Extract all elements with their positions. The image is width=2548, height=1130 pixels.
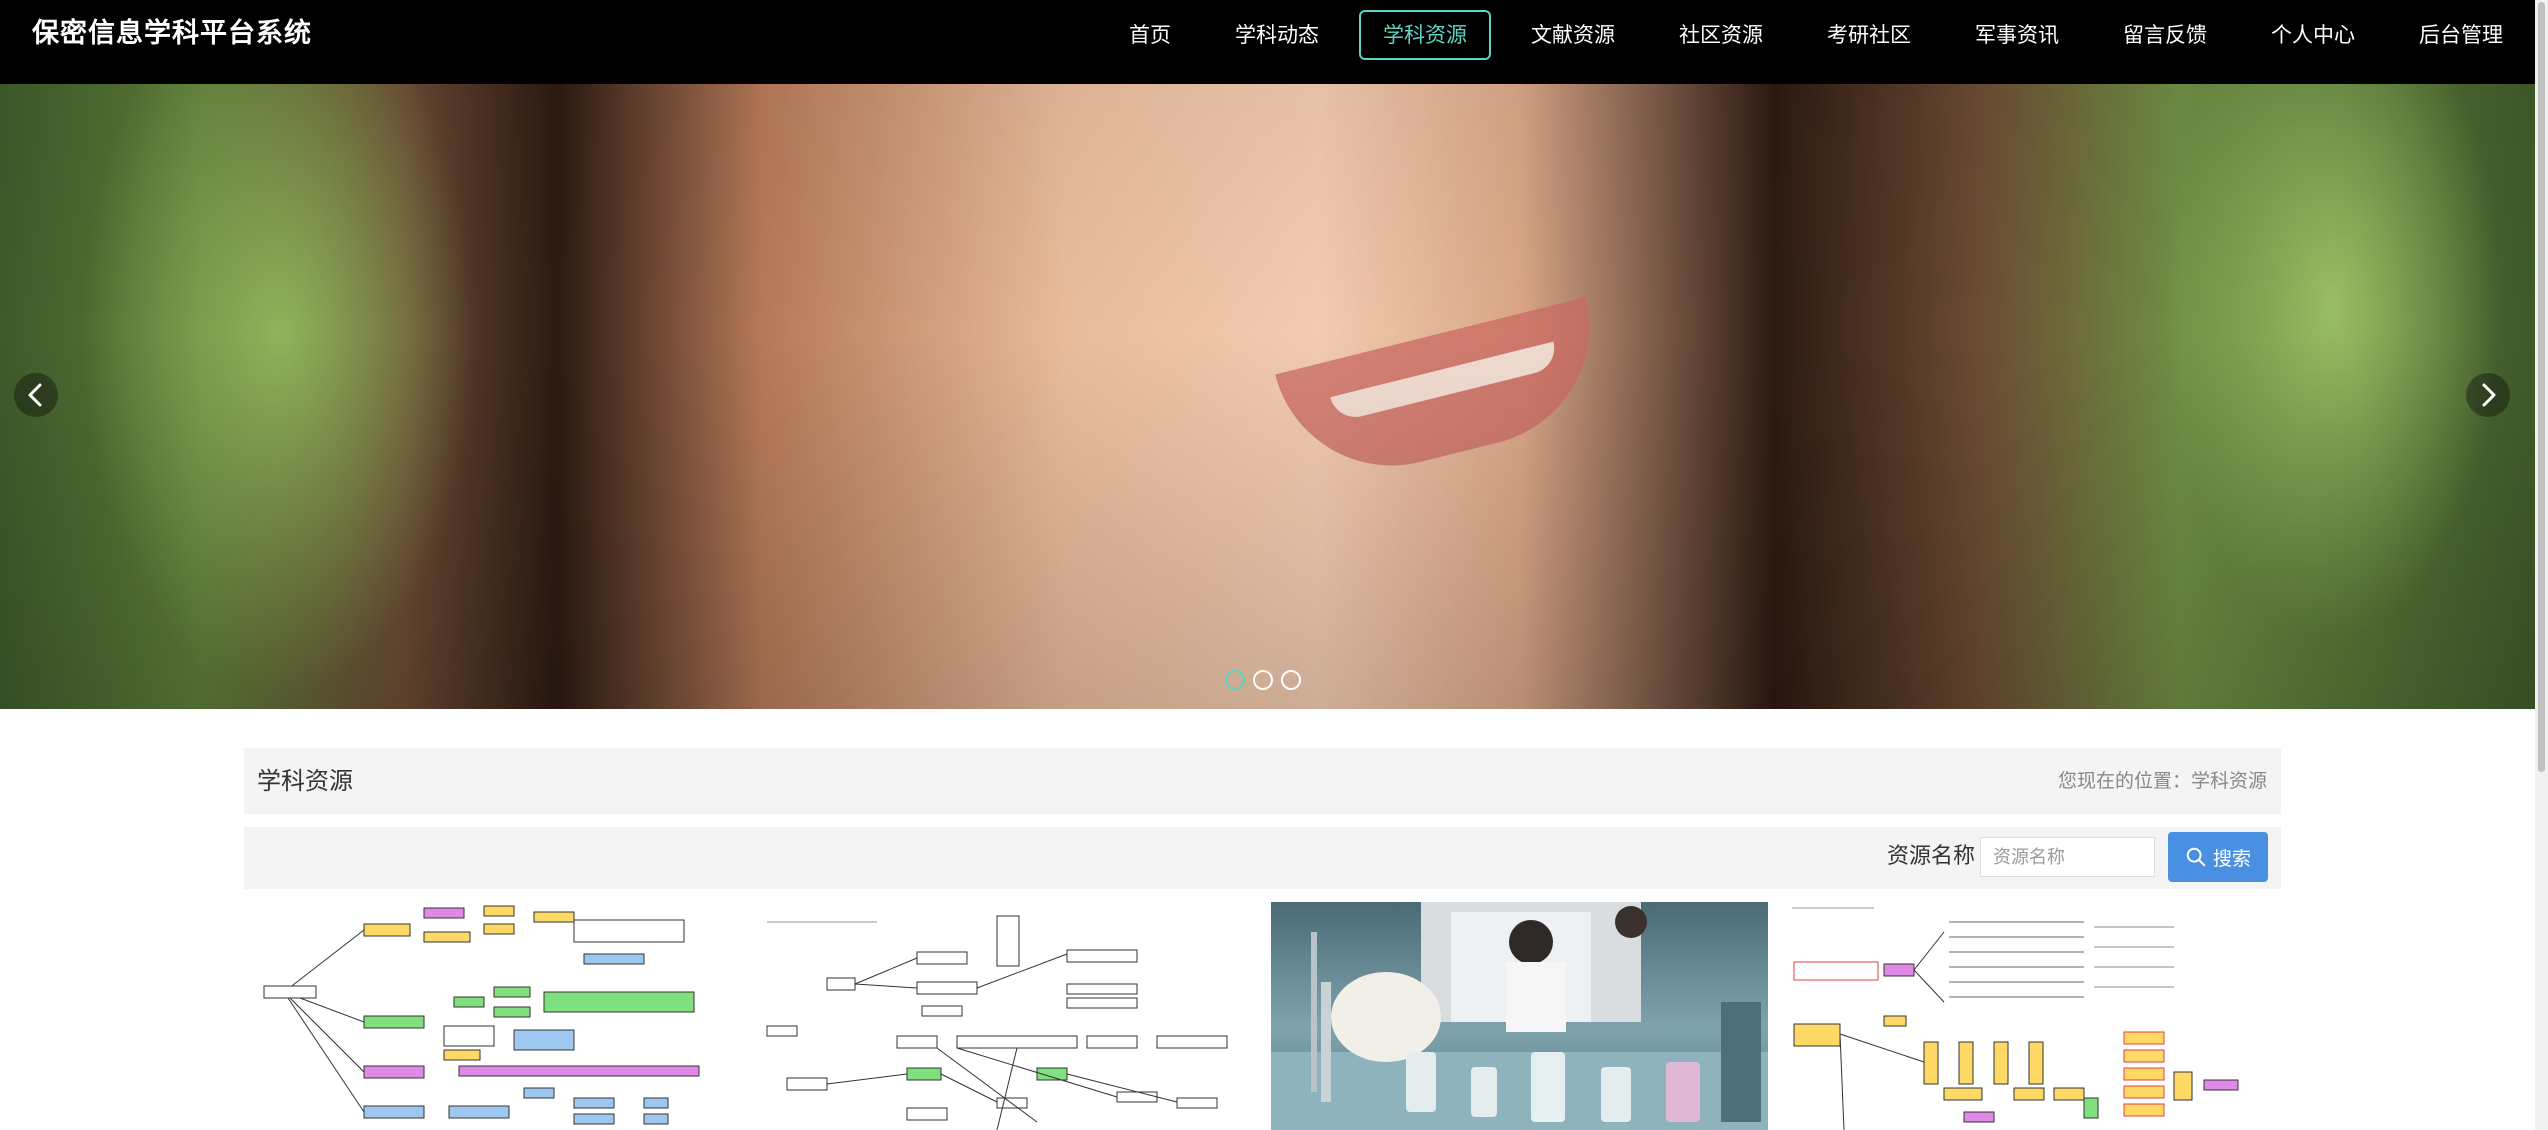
- carousel-next-button[interactable]: [2466, 373, 2510, 417]
- nav-item-admin[interactable]: 后台管理: [2395, 10, 2527, 60]
- section-header: 学科资源 您现在的位置：学科资源: [244, 748, 2281, 814]
- carousel-prev-button[interactable]: [14, 373, 58, 417]
- banner-image: [0, 84, 2535, 709]
- resource-thumbnail: [1783, 902, 2281, 1130]
- hero-carousel[interactable]: [0, 84, 2535, 709]
- nav-item-home[interactable]: 首页: [1105, 10, 1195, 60]
- scrollbar-thumb[interactable]: [2538, 2, 2545, 772]
- carousel-dot-1[interactable]: [1225, 670, 1245, 690]
- chevron-right-icon: [2482, 383, 2496, 407]
- search-label: 资源名称: [1887, 844, 1976, 869]
- page: 保密信息学科平台系统 首页 学科动态 学科资源 文献资源 社区资源 考研社区 军…: [0, 0, 2548, 1130]
- resource-thumbnail: [1270, 902, 1768, 1130]
- section-title: 学科资源: [257, 767, 353, 795]
- nav-item-community-resources[interactable]: 社区资源: [1655, 10, 1787, 60]
- chevron-left-icon: [28, 383, 42, 407]
- resource-thumbnail: [244, 902, 741, 1130]
- breadcrumb: 您现在的位置：学科资源: [2057, 770, 2267, 792]
- search-input[interactable]: [1980, 837, 2155, 877]
- resource-thumbnail: [757, 902, 1255, 1130]
- nav-item-exam-community[interactable]: 考研社区: [1803, 10, 1935, 60]
- resource-card[interactable]: [757, 902, 1255, 1130]
- search-button[interactable]: 搜索: [2168, 832, 2268, 882]
- site-brand[interactable]: 保密信息学科平台系统: [32, 16, 312, 52]
- page-scrollbar[interactable]: [2535, 0, 2548, 1130]
- search-icon: [2186, 847, 2206, 867]
- search-bar: 资源名称 搜索: [244, 827, 2281, 889]
- nav-item-feedback[interactable]: 留言反馈: [2099, 10, 2231, 60]
- main-nav: 首页 学科动态 学科资源 文献资源 社区资源 考研社区 军事资讯 留言反馈 个人…: [1097, 10, 2535, 60]
- carousel-indicators: [1225, 670, 1301, 690]
- nav-item-personal-center[interactable]: 个人中心: [2247, 10, 2379, 60]
- nav-item-military-news[interactable]: 军事资讯: [1951, 10, 2083, 60]
- carousel-dot-2[interactable]: [1253, 670, 1273, 690]
- search-button-label: 搜索: [2212, 847, 2251, 870]
- carousel-dot-3[interactable]: [1281, 670, 1301, 690]
- resource-card[interactable]: [1783, 902, 2281, 1130]
- resource-card[interactable]: [1270, 902, 1768, 1130]
- nav-item-subject-news[interactable]: 学科动态: [1211, 10, 1343, 60]
- top-navbar: 保密信息学科平台系统 首页 学科动态 学科资源 文献资源 社区资源 考研社区 军…: [0, 0, 2535, 84]
- resource-grid: [244, 902, 2281, 1130]
- nav-item-literature[interactable]: 文献资源: [1507, 10, 1639, 60]
- nav-item-subject-resources[interactable]: 学科资源: [1359, 10, 1491, 60]
- resource-card[interactable]: [244, 902, 741, 1130]
